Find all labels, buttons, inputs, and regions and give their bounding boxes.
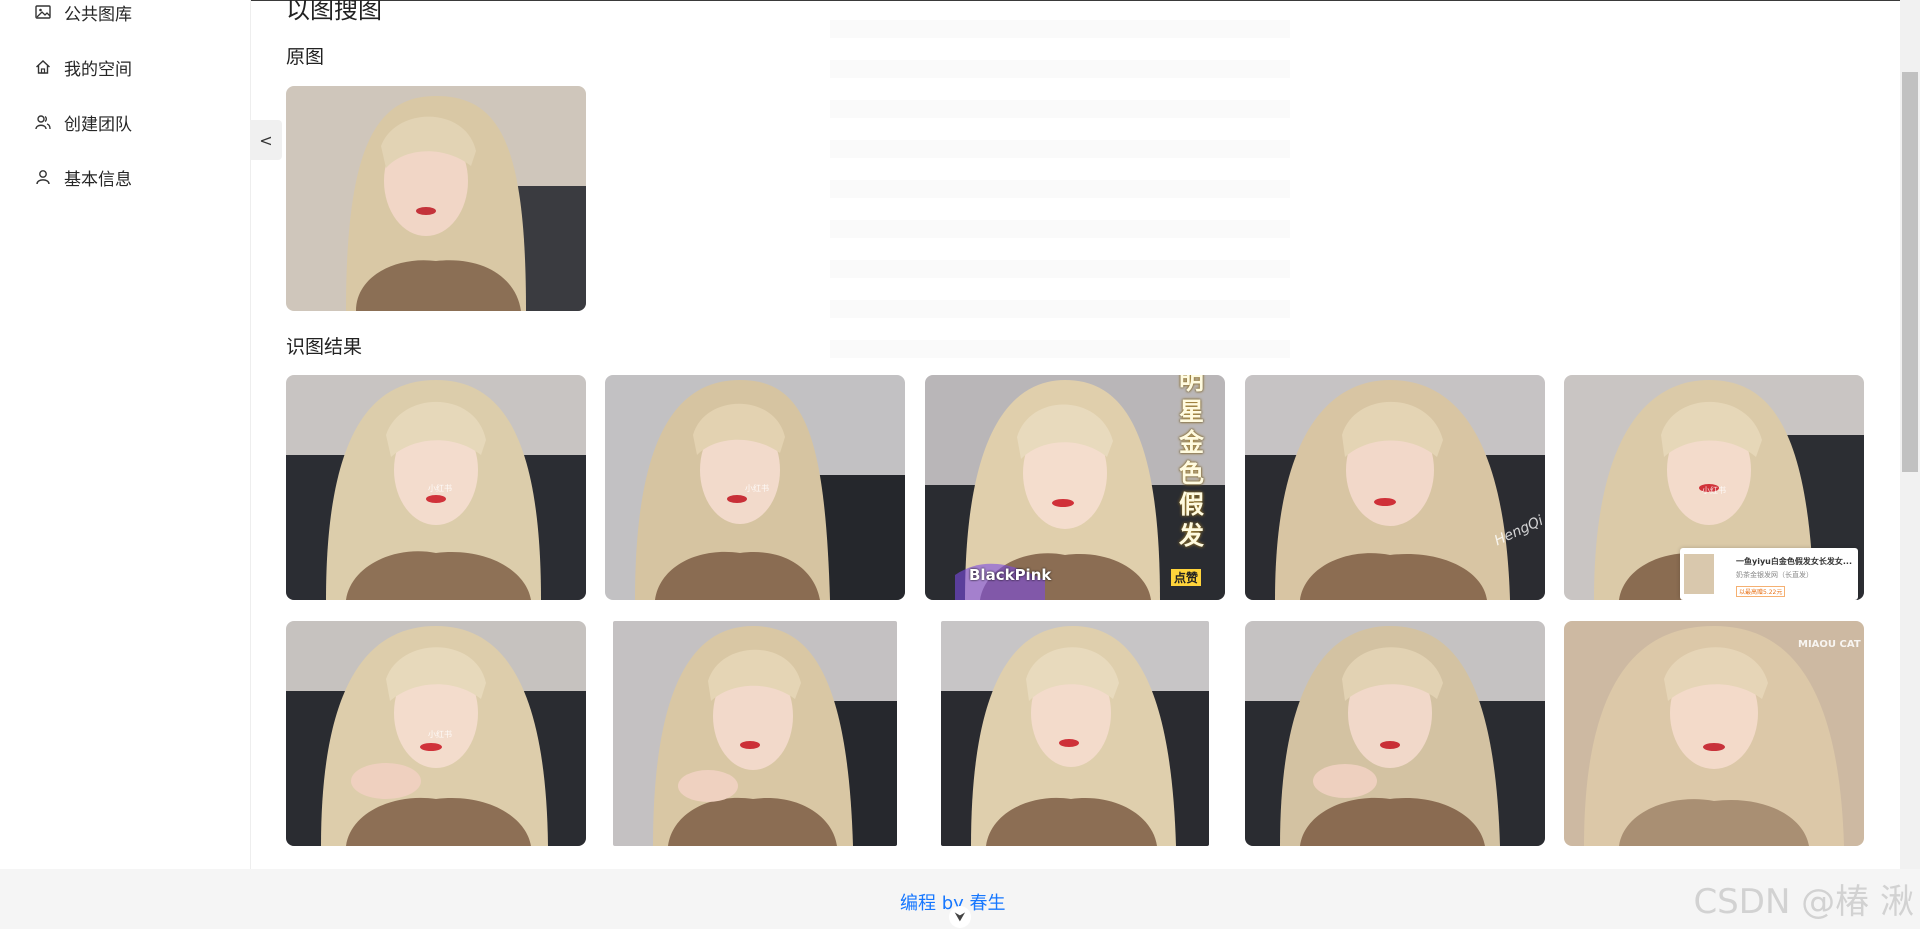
result-image[interactable]: 小红书 [286, 375, 586, 600]
result-image[interactable]: 小红书 [286, 621, 586, 846]
watermark-text: MIAOU CAT [1798, 639, 1861, 650]
sidebar-item-label: 基本信息 [64, 169, 132, 190]
scroll-down-icon[interactable]: ⮟ [949, 906, 971, 928]
sidebar-item-public-gallery[interactable]: 公共图库 [34, 0, 132, 27]
sidebar-item-create-team[interactable]: 创建团队 [34, 107, 132, 137]
main-content: 以图搜图 原图 识图结果 小红书 小红书 明星金色假发 BlackPink 点赞… [286, 0, 1900, 869]
watermark-text: 小红书 [428, 730, 452, 739]
original-image[interactable] [286, 86, 586, 311]
user-icon [34, 168, 52, 186]
watermark-text: 小红书 [745, 484, 769, 493]
watermark-text: 小红书 [1702, 486, 1726, 495]
sidebar-item-label: 创建团队 [64, 114, 132, 135]
original-section-title: 原图 [286, 46, 325, 68]
scrollbar-thumb[interactable] [1902, 72, 1918, 472]
result-image[interactable]: 小红书 一鱼yiyu白金色假发女长发女... 奶茶金银发网（长直发） 以最高赠5… [1564, 375, 1864, 600]
sidebar-item-basic-info[interactable]: 基本信息 [34, 162, 132, 192]
sidebar-collapse-button[interactable]: < [250, 120, 282, 160]
chip-title: 一鱼yiyu白金色假发女长发女... [1736, 557, 1852, 566]
result-image[interactable]: 明星金色假发 BlackPink 点赞 [925, 375, 1225, 600]
result-image[interactable] [941, 621, 1209, 846]
result-image[interactable]: HengQi [1245, 375, 1545, 600]
result-image[interactable] [613, 621, 897, 846]
picture-icon [34, 3, 52, 21]
result-image[interactable]: MIAOU CAT [1564, 621, 1864, 846]
results-section-title: 识图结果 [286, 336, 363, 358]
home-icon [34, 58, 52, 76]
blackpink-overlay-text: BlackPink [969, 566, 1052, 584]
app-root: 公共图库 我的空间 创建团队 基本信息 < 以图搜图 原图 识图结果 小红书 小… [0, 0, 1920, 929]
sidebar-item-my-space[interactable]: 我的空间 [34, 52, 132, 82]
sidebar: 公共图库 我的空间 创建团队 基本信息 [0, 0, 251, 869]
watermark-text: 小红书 [428, 484, 452, 493]
badge-overlay-text: 点赞 [1171, 569, 1202, 586]
page-title: 以图搜图 [286, 0, 382, 24]
sidebar-item-label: 公共图库 [64, 4, 132, 25]
chip-thumbnail [1684, 554, 1714, 594]
product-chip[interactable]: 一鱼yiyu白金色假发女长发女... 奶茶金银发网（长直发） 以最高赠5.22元 [1680, 548, 1858, 600]
chip-subtitle: 奶茶金银发网（长直发） [1736, 571, 1813, 579]
sidebar-item-label: 我的空间 [64, 59, 132, 80]
result-image[interactable]: 小红书 [605, 375, 905, 600]
team-icon [34, 113, 52, 131]
chip-price: 以最高赠5.22元 [1736, 586, 1786, 597]
csdn-watermark: CSDN @椿 湫 [1693, 882, 1914, 922]
result-image[interactable] [1245, 621, 1545, 846]
vertical-overlay-text: 明星金色假发 [1179, 375, 1205, 550]
